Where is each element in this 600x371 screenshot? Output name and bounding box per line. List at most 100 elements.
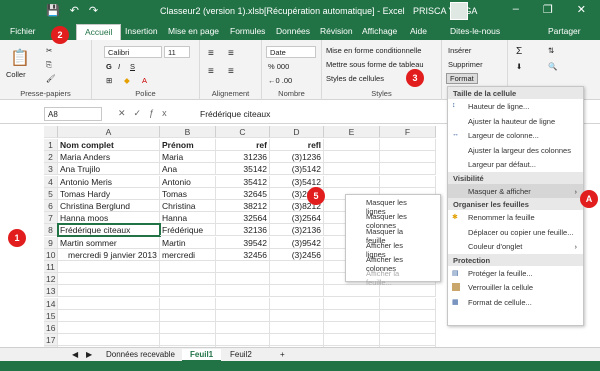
table-cell[interactable]: (3)9542 (270, 237, 324, 249)
row-header[interactable]: 17 (44, 334, 58, 346)
table-cell[interactable] (270, 310, 324, 322)
column-header-c[interactable]: C (216, 126, 270, 138)
table-cell[interactable]: ref (216, 139, 270, 151)
table-cell[interactable] (324, 298, 380, 310)
table-cell[interactable] (270, 322, 324, 334)
paste-button[interactable]: Coller (6, 70, 26, 79)
table-cell[interactable] (324, 151, 380, 163)
row-header[interactable]: 10 (44, 249, 58, 261)
table-cell[interactable] (58, 322, 160, 334)
restore-button[interactable]: ❐ (543, 3, 553, 16)
table-cell[interactable] (216, 298, 270, 310)
avatar[interactable] (450, 2, 468, 20)
row-header[interactable]: 7 (44, 212, 58, 224)
tell-me-input[interactable]: Dites-le-nous (450, 26, 500, 36)
menu-hide-rows[interactable]: Masquer les lignes (346, 195, 440, 216)
font-color-icon[interactable]: A (142, 76, 147, 85)
decimal-icon[interactable]: ←0 .00 (268, 76, 292, 85)
align-center-icon[interactable]: ≡ (228, 66, 234, 77)
table-cell[interactable] (270, 285, 324, 297)
share-button[interactable]: Partager (548, 26, 581, 36)
table-cell[interactable]: Martin sommer (58, 237, 160, 249)
select-all[interactable] (44, 126, 58, 138)
table-cell[interactable]: Antonio Meris (58, 176, 160, 188)
tab-donnees[interactable]: Données (276, 26, 310, 36)
table-cell[interactable]: Frédérique citeaux (57, 223, 161, 237)
table-cell[interactable]: Maria (160, 151, 216, 163)
default-width-item[interactable]: Largeur par défaut... (448, 157, 583, 172)
menu-show-rows[interactable]: Afficher les lignes (346, 238, 440, 259)
row-header[interactable]: 3 (44, 163, 58, 175)
table-cell[interactable]: (3)1236 (270, 151, 324, 163)
table-cell[interactable] (270, 298, 324, 310)
percent-icon[interactable]: % 000 (268, 62, 289, 71)
table-cell[interactable]: Tomas (160, 188, 216, 200)
row-header[interactable]: 13 (44, 285, 58, 297)
table-cell[interactable]: Hanna (160, 212, 216, 224)
table-cell[interactable]: 32456 (216, 249, 270, 261)
next-sheet-icon[interactable]: ▶ (78, 349, 100, 360)
table-cell[interactable] (380, 298, 436, 310)
row-height-item[interactable]: ↕ Hauteur de ligne... (448, 99, 583, 114)
tab-mise-en-page[interactable]: Mise en page (168, 26, 219, 36)
cell-styles-button[interactable]: Styles de cellules (326, 74, 384, 83)
table-cell[interactable] (160, 261, 216, 273)
tab-accueil[interactable]: Accueil (76, 24, 122, 40)
protect-sheet-item[interactable]: ▤ Protéger la feuille... (448, 266, 583, 281)
table-cell[interactable] (58, 334, 160, 346)
row-header[interactable]: 1 (44, 139, 58, 151)
formula-icons[interactable]: ✕✓ƒx (118, 108, 175, 119)
table-cell[interactable]: (3)5142 (270, 163, 324, 175)
close-button[interactable]: ✕ (577, 3, 586, 16)
tab-color-item[interactable]: Couleur d'onglet › (448, 239, 583, 254)
autosum-icon[interactable]: Σ (516, 46, 522, 57)
table-cell[interactable] (160, 298, 216, 310)
table-cell[interactable] (324, 163, 380, 175)
table-cell[interactable] (380, 176, 436, 188)
row-header[interactable]: 8 (44, 224, 58, 236)
table-cell[interactable] (216, 334, 270, 346)
menu-hide-columns[interactable]: Masquer les colonnes (346, 209, 440, 230)
table-cell[interactable] (216, 322, 270, 334)
fill-icon[interactable]: ⬇ (516, 62, 522, 71)
table-cell[interactable]: 38212 (216, 200, 270, 212)
column-header-b[interactable]: B (160, 126, 216, 138)
table-cell[interactable]: Hanna moos (58, 212, 160, 224)
column-header-a[interactable]: A (58, 126, 160, 138)
table-cell[interactable]: 32564 (216, 212, 270, 224)
underline-button[interactable]: S (130, 62, 135, 71)
table-cell[interactable] (58, 261, 160, 273)
table-cell[interactable] (324, 139, 380, 151)
formula-input[interactable]: Frédérique citeaux (200, 109, 270, 119)
row-header[interactable]: 12 (44, 273, 58, 285)
table-cell[interactable]: Tomas Hardy (58, 188, 160, 200)
table-cell[interactable]: 35142 (216, 163, 270, 175)
rename-sheet-item[interactable]: ✱ Renommer la feuille (448, 210, 583, 225)
table-cell[interactable]: (3)2456 (270, 249, 324, 261)
table-cell[interactable]: 32136 (216, 224, 270, 236)
table-cell[interactable] (58, 285, 160, 297)
tab-aide[interactable]: Aide (410, 26, 427, 36)
align-top-icon[interactable]: ≡ (208, 48, 214, 59)
table-cell[interactable]: Martin (160, 237, 216, 249)
row-header[interactable]: 9 (44, 237, 58, 249)
save-icon[interactable]: 💾 (46, 4, 60, 17)
tab-formules[interactable]: Formules (230, 26, 265, 36)
table-cell[interactable]: refl (270, 139, 324, 151)
italic-button[interactable]: I (118, 62, 120, 71)
format-button[interactable]: Format (446, 73, 478, 84)
conditional-format-button[interactable]: Mise en forme conditionnelle (326, 46, 421, 55)
row-header[interactable]: 5 (44, 188, 58, 200)
table-cell[interactable] (380, 334, 436, 346)
column-header-f[interactable]: F (380, 126, 436, 138)
tab-affichage[interactable]: Affichage (362, 26, 397, 36)
column-width-item[interactable]: ↔ Largeur de colonne... (448, 128, 583, 143)
table-cell[interactable]: Christina Berglund (58, 200, 160, 212)
table-cell[interactable] (270, 273, 324, 285)
tab-insertion[interactable]: Insertion (125, 26, 158, 36)
table-cell[interactable] (380, 139, 436, 151)
redo-icon[interactable]: ↷ (89, 4, 98, 17)
table-cell[interactable]: Ana (160, 163, 216, 175)
row-header[interactable]: 16 (44, 322, 58, 334)
table-cell[interactable]: (3)2564 (270, 212, 324, 224)
